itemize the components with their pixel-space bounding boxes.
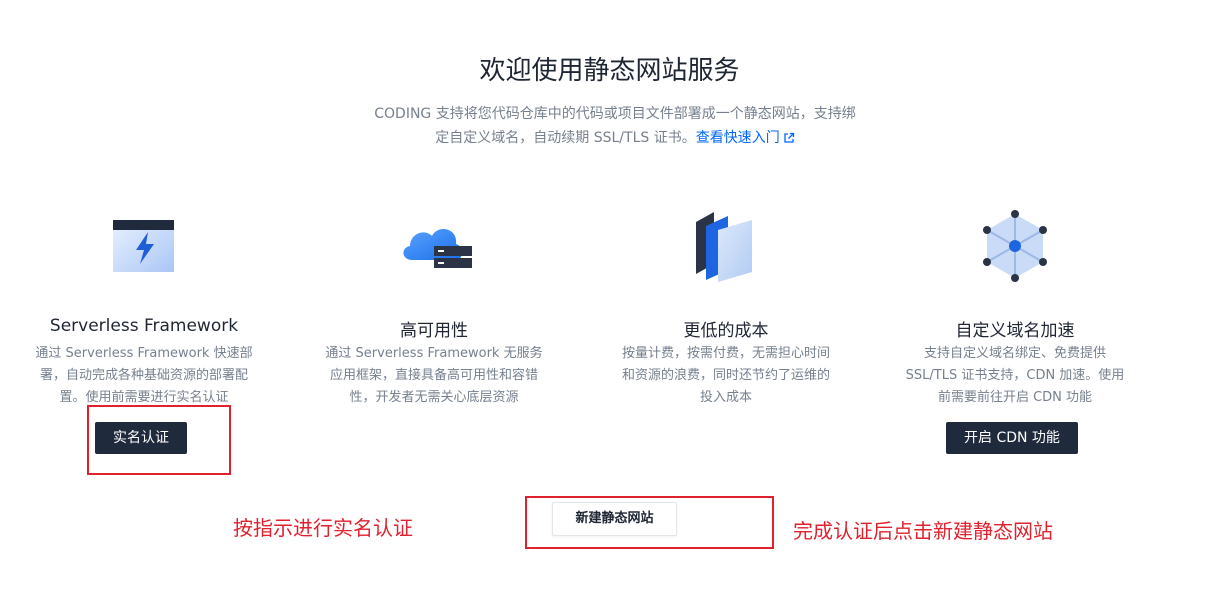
feature-cdn: 自定义域名加速 支持自定义域名绑定、免费提供 SSL/TLS 证书支持，CDN … (895, 0, 1135, 480)
network-hub-icon (983, 210, 1047, 282)
feature-availability: 高可用性 通过 Serverless Framework 无服务应用框架，直接具… (314, 0, 554, 480)
feature-title: 自定义域名加速 (955, 321, 1075, 341)
feature-desc: 按量计费，按需付费，无需担心时间和资源的浪费，同时还节约了运维的投入成本 (621, 346, 830, 405)
annotation-left: 按指示进行实名认证 (233, 516, 413, 540)
feature-desc: 通过 Serverless Framework 快速部署，自动完成各种基础资源的… (35, 346, 253, 405)
layers-icon (696, 212, 752, 282)
highlight-box-auth (87, 405, 231, 475)
feature-desc: 通过 Serverless Framework 无服务应用框架，直接具备高可用性… (325, 346, 543, 405)
feature-desc: 支持自定义域名绑定、免费提供 SSL/TLS 证书支持，CDN 加速。使用前需要… (905, 346, 1125, 405)
feature-title: Serverless Framework (49, 316, 239, 336)
feature-title: 更低的成本 (683, 321, 769, 341)
highlight-box-new-site (525, 496, 774, 549)
cloud-server-icon (403, 229, 472, 268)
serverless-icon (113, 220, 174, 272)
feature-cost: 更低的成本 按量计费，按需付费，无需担心时间和资源的浪费，同时还节约了运维的投入… (606, 0, 846, 480)
enable-cdn-button[interactable]: 开启 CDN 功能 (946, 422, 1078, 454)
annotation-right: 完成认证后点击新建静态网站 (793, 519, 1053, 543)
feature-title: 高可用性 (400, 321, 468, 341)
